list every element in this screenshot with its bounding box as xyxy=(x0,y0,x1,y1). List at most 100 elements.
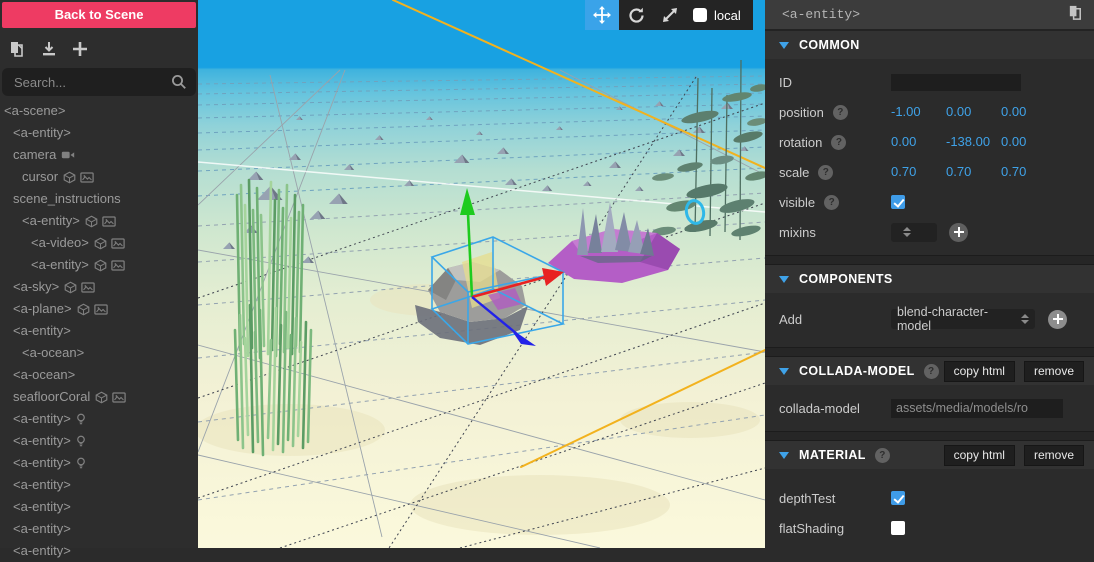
collapse-components-icon[interactable] xyxy=(779,276,789,283)
collada-model-help-icon[interactable] xyxy=(924,364,939,379)
tree-row-label: <a-entity> xyxy=(13,122,71,144)
position-x-field[interactable]: -1.00 xyxy=(891,104,946,119)
copy-html-icon[interactable] xyxy=(1067,4,1084,26)
search-input[interactable] xyxy=(2,68,196,96)
collapse-collada-icon[interactable] xyxy=(779,368,789,375)
add-component-button[interactable] xyxy=(1048,310,1067,329)
scale-z-field[interactable]: 0.70 xyxy=(1001,164,1056,179)
mixins-label: mixins xyxy=(779,225,891,240)
tree-row[interactable]: camera xyxy=(0,144,198,166)
select-arrows-icon xyxy=(1021,314,1029,324)
depth-test-label: depthTest xyxy=(779,491,891,506)
position-help-icon[interactable] xyxy=(833,105,848,120)
download-icon[interactable] xyxy=(40,40,58,58)
material-remove-button[interactable]: remove xyxy=(1024,445,1084,466)
search-icon[interactable] xyxy=(171,74,187,95)
scale-help-icon[interactable] xyxy=(818,165,833,180)
tree-row[interactable]: <a-entity> xyxy=(0,122,198,144)
back-to-scene-button[interactable]: Back to Scene xyxy=(2,2,196,28)
scale-tool-button[interactable] xyxy=(653,0,687,30)
cube-icon xyxy=(85,215,98,228)
tree-row[interactable]: <a-scene> xyxy=(0,100,198,122)
rotation-y-field[interactable]: -138.00 xyxy=(946,134,1001,149)
collapse-common-icon[interactable] xyxy=(779,42,789,49)
tree-row-label: <a-scene> xyxy=(4,100,65,122)
tree-row[interactable]: <a-entity> xyxy=(0,452,198,474)
panel-header: <a-entity> xyxy=(765,0,1094,29)
light-icon xyxy=(76,435,86,448)
tree-row-label: scene_instructions xyxy=(13,188,121,210)
image-icon xyxy=(81,281,95,294)
flat-shading-checkbox[interactable] xyxy=(891,521,905,535)
tree-row[interactable]: <a-entity> xyxy=(0,474,198,496)
collada-model-row: collada-model xyxy=(765,397,1094,419)
scale-y-field[interactable]: 0.70 xyxy=(946,164,1001,179)
tree-row[interactable]: <a-entity> xyxy=(0,496,198,518)
rotation-z-field[interactable]: 0.00 xyxy=(1001,134,1056,149)
add-mixin-button[interactable] xyxy=(949,223,968,242)
tree-row[interactable]: <a-entity> xyxy=(0,518,198,540)
cube-icon xyxy=(63,171,76,184)
tree-row-label: cursor xyxy=(22,166,58,188)
collada-copy-html-button[interactable]: copy html xyxy=(944,361,1015,382)
position-y-field[interactable]: 0.00 xyxy=(946,104,1001,119)
visible-row: visible xyxy=(765,187,1094,217)
material-help-icon[interactable] xyxy=(875,448,890,463)
rotate-tool-button[interactable] xyxy=(619,0,653,30)
tree-row[interactable]: <a-entity> xyxy=(0,408,198,430)
collada-model-section-title: COLLADA-MODEL xyxy=(799,364,915,378)
mixins-select[interactable] xyxy=(891,223,937,242)
tree-row[interactable]: seafloorCoral xyxy=(0,386,198,408)
tree-row[interactable]: <a-entity> xyxy=(0,540,198,562)
copy-entity-icon[interactable] xyxy=(8,40,26,58)
tree-row[interactable]: <a-video> xyxy=(0,232,198,254)
id-row: ID xyxy=(765,67,1094,97)
visible-help-icon[interactable] xyxy=(824,195,839,210)
tree-row[interactable]: <a-entity> xyxy=(0,320,198,342)
tree-row[interactable]: <a-plane> xyxy=(0,298,198,320)
add-entity-icon[interactable] xyxy=(72,41,88,57)
light-icon xyxy=(76,457,86,470)
3d-viewport[interactable]: local xyxy=(198,0,765,548)
tree-row[interactable]: <a-ocean> xyxy=(0,342,198,364)
components-section-bar: COMPONENTS xyxy=(765,265,1094,293)
tree-row-label: camera xyxy=(13,144,56,166)
collada-model-section-bar: COLLADA-MODEL copy html remove xyxy=(765,357,1094,385)
image-icon xyxy=(94,303,108,316)
visible-label: visible xyxy=(779,195,815,210)
local-label: local xyxy=(714,8,741,23)
cube-icon xyxy=(95,391,108,404)
tree-row[interactable]: <a-sky> xyxy=(0,276,198,298)
tree-row[interactable]: <a-entity> xyxy=(0,254,198,276)
rotation-help-icon[interactable] xyxy=(831,135,846,150)
add-component-select[interactable]: blend-character-model xyxy=(891,309,1035,329)
tree-row[interactable]: <a-ocean> xyxy=(0,364,198,386)
tree-row[interactable]: <a-entity> xyxy=(0,430,198,452)
collada-remove-button[interactable]: remove xyxy=(1024,361,1084,382)
image-icon xyxy=(102,215,116,228)
visible-checkbox[interactable] xyxy=(891,195,905,209)
depth-test-checkbox[interactable] xyxy=(891,491,905,505)
selected-entity-title: <a-entity> xyxy=(782,7,1067,22)
collada-model-input[interactable] xyxy=(891,399,1063,418)
scale-x-field[interactable]: 0.70 xyxy=(891,164,946,179)
common-section-title: COMMON xyxy=(799,38,860,52)
position-z-field[interactable]: 0.00 xyxy=(1001,104,1056,119)
position-label: position xyxy=(779,105,824,120)
collada-model-label: collada-model xyxy=(779,401,891,416)
local-checkbox[interactable] xyxy=(693,8,707,22)
rotation-row: rotation 0.00-138.000.00 xyxy=(765,127,1094,157)
entity-inspector-panel: <a-entity> COMMON ID position -1.000.000… xyxy=(765,0,1094,548)
scene-canvas[interactable] xyxy=(198,0,765,548)
tree-row-label: <a-entity> xyxy=(13,540,71,562)
id-input[interactable] xyxy=(891,74,1021,91)
material-copy-html-button[interactable]: copy html xyxy=(944,445,1015,466)
tree-row[interactable]: scene_instructions xyxy=(0,188,198,210)
tree-row[interactable]: <a-entity> xyxy=(0,210,198,232)
rotation-x-field[interactable]: 0.00 xyxy=(891,134,946,149)
tree-row[interactable]: cursor xyxy=(0,166,198,188)
tree-row-label: <a-entity> xyxy=(13,320,71,342)
collapse-material-icon[interactable] xyxy=(779,452,789,459)
image-icon xyxy=(111,259,125,272)
translate-tool-button[interactable] xyxy=(585,0,619,30)
